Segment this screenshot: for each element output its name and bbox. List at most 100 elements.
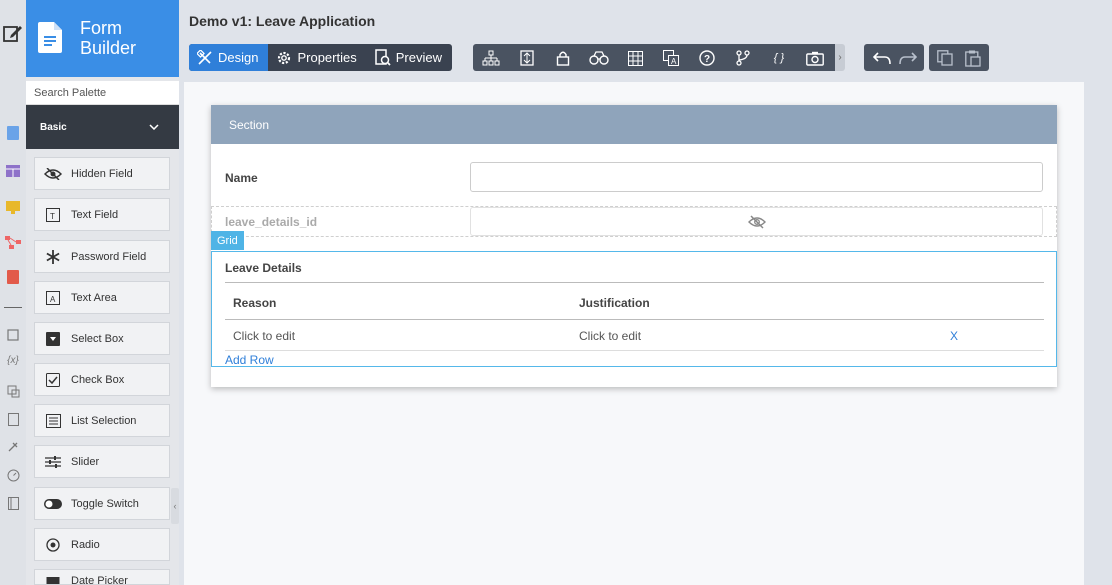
translate-icon[interactable]: A bbox=[661, 48, 681, 68]
help-icon[interactable]: ? bbox=[697, 48, 717, 68]
copy-icon[interactable] bbox=[935, 48, 955, 68]
select-box-icon bbox=[35, 331, 71, 346]
edit-icon[interactable] bbox=[2, 22, 24, 44]
palette-item-label: Date Picker bbox=[71, 575, 128, 585]
palette-item-label: Hidden Field bbox=[71, 167, 133, 180]
palette-item-label: Radio bbox=[71, 538, 100, 551]
tab-label: Preview bbox=[395, 50, 442, 65]
grid-cell-reason[interactable]: Click to edit bbox=[233, 329, 295, 343]
eye-slash-icon bbox=[747, 214, 766, 229]
palette-item-toggle-switch[interactable]: Toggle Switch bbox=[34, 487, 170, 520]
palette: Basic Hidden Field T Text Field Password… bbox=[26, 77, 179, 585]
braces-icon[interactable]: { } bbox=[769, 48, 789, 68]
header: Demo v1: Leave Application Design Proper… bbox=[179, 0, 1112, 77]
form-canvas: Section Name leave_details_id Grid Leave… bbox=[184, 82, 1084, 585]
document-icon bbox=[38, 22, 62, 53]
svg-text:A: A bbox=[671, 57, 677, 66]
toolbar: A ? { } bbox=[473, 44, 843, 71]
variable-icon[interactable]: {x} bbox=[4, 351, 22, 369]
lock-icon[interactable] bbox=[553, 48, 573, 68]
toggle-icon bbox=[35, 498, 71, 509]
tab-preview[interactable]: Preview bbox=[367, 44, 452, 71]
section-header[interactable]: Section bbox=[211, 105, 1057, 144]
palette-item-label: Text Area bbox=[71, 291, 117, 304]
palette-item-text-area[interactable]: A Text Area bbox=[34, 281, 170, 314]
palette-item-label: Password Field bbox=[71, 250, 147, 263]
delete-row-button[interactable]: X bbox=[950, 329, 958, 343]
palette-item-select-box[interactable]: Select Box bbox=[34, 322, 170, 355]
checkbox-icon bbox=[35, 372, 71, 387]
brand-title-line2: Builder bbox=[80, 38, 137, 58]
dashboard-icon[interactable] bbox=[4, 466, 22, 484]
palette-item-check-box[interactable]: Check Box bbox=[34, 363, 170, 396]
undo-icon[interactable] bbox=[872, 48, 892, 68]
palette-item-radio[interactable]: Radio bbox=[34, 528, 170, 561]
process-icon[interactable] bbox=[4, 233, 22, 251]
book-icon[interactable] bbox=[4, 494, 22, 512]
palette-item-text-field[interactable]: T Text Field bbox=[34, 198, 170, 231]
palette-item-password-field[interactable]: Password Field bbox=[34, 240, 170, 273]
palette-item-slider[interactable]: Slider bbox=[34, 445, 170, 478]
pdf-icon[interactable] bbox=[4, 268, 22, 286]
camera-icon[interactable] bbox=[805, 48, 825, 68]
hidden-field-label: leave_details_id bbox=[225, 215, 318, 229]
tab-design[interactable]: Design bbox=[189, 44, 269, 71]
search-palette-input[interactable] bbox=[26, 81, 179, 105]
tab-label: Design bbox=[218, 50, 259, 65]
svg-text:T: T bbox=[50, 212, 55, 221]
image-icon[interactable] bbox=[4, 410, 22, 428]
brand-title-line1: Form bbox=[80, 18, 122, 38]
grid-tag[interactable]: Grid bbox=[211, 231, 244, 250]
grid-header-divider bbox=[225, 319, 1044, 320]
calendar-icon bbox=[35, 575, 71, 584]
mode-tabs: Design Properties Preview bbox=[189, 44, 452, 71]
palette-category-basic[interactable]: Basic bbox=[26, 105, 179, 149]
grid-element[interactable]: Leave Details Reason Justification Click… bbox=[211, 251, 1057, 367]
palette-item-label: List Selection bbox=[71, 414, 137, 427]
paste-icon[interactable] bbox=[963, 48, 983, 68]
preview-icon bbox=[374, 48, 391, 67]
text-field-icon: T bbox=[35, 207, 71, 222]
clipboard-group bbox=[929, 44, 989, 71]
grid-row-divider bbox=[225, 350, 1044, 351]
toolbar-more-chevron-icon[interactable]: › bbox=[835, 44, 845, 71]
eye-slash-icon bbox=[35, 167, 71, 180]
palette-item-label: Select Box bbox=[71, 332, 124, 345]
list-icon bbox=[35, 413, 71, 428]
rail-divider bbox=[4, 307, 22, 308]
translate-rail-icon[interactable] bbox=[4, 382, 22, 400]
redo-icon[interactable] bbox=[898, 48, 918, 68]
sitemap-icon[interactable] bbox=[481, 48, 501, 68]
datalist-icon[interactable] bbox=[4, 162, 22, 180]
page-title: Demo v1: Leave Application bbox=[189, 13, 376, 29]
align-icon[interactable] bbox=[517, 48, 537, 68]
palette-item-date-picker[interactable]: Date Picker bbox=[34, 569, 170, 585]
undo-redo-group bbox=[864, 44, 924, 71]
table-icon[interactable] bbox=[625, 48, 645, 68]
grid-title: Leave Details bbox=[225, 261, 302, 275]
form-icon[interactable] bbox=[4, 124, 22, 142]
radio-icon bbox=[35, 537, 71, 552]
form-section[interactable]: Section Name leave_details_id Grid Leave… bbox=[211, 105, 1057, 387]
branch-icon[interactable] bbox=[733, 48, 753, 68]
plugin-icon[interactable] bbox=[4, 438, 22, 456]
binoculars-icon[interactable] bbox=[589, 48, 609, 68]
grid-title-divider bbox=[225, 282, 1044, 283]
palette-item-hidden-field[interactable]: Hidden Field bbox=[34, 157, 170, 190]
palette-item-label: Check Box bbox=[71, 373, 125, 386]
tab-label: Properties bbox=[297, 50, 357, 65]
palette-item-label: Text Field bbox=[71, 208, 119, 221]
chevron-down-icon bbox=[149, 124, 159, 130]
userview-icon[interactable] bbox=[4, 198, 22, 216]
add-row-link[interactable]: Add Row bbox=[225, 353, 274, 367]
grid-cell-justification[interactable]: Click to edit bbox=[579, 329, 641, 343]
palette-item-list-selection[interactable]: List Selection bbox=[34, 404, 170, 437]
name-input[interactable] bbox=[470, 162, 1043, 192]
note-icon[interactable] bbox=[4, 326, 22, 344]
svg-text:A: A bbox=[50, 295, 56, 304]
tab-properties[interactable]: Properties bbox=[268, 44, 366, 71]
hidden-field-row[interactable]: leave_details_id bbox=[211, 206, 1057, 237]
palette-collapse-handle[interactable]: ‹ bbox=[171, 488, 179, 524]
left-icon-rail: {x} bbox=[0, 0, 26, 585]
name-label: Name bbox=[225, 171, 258, 185]
